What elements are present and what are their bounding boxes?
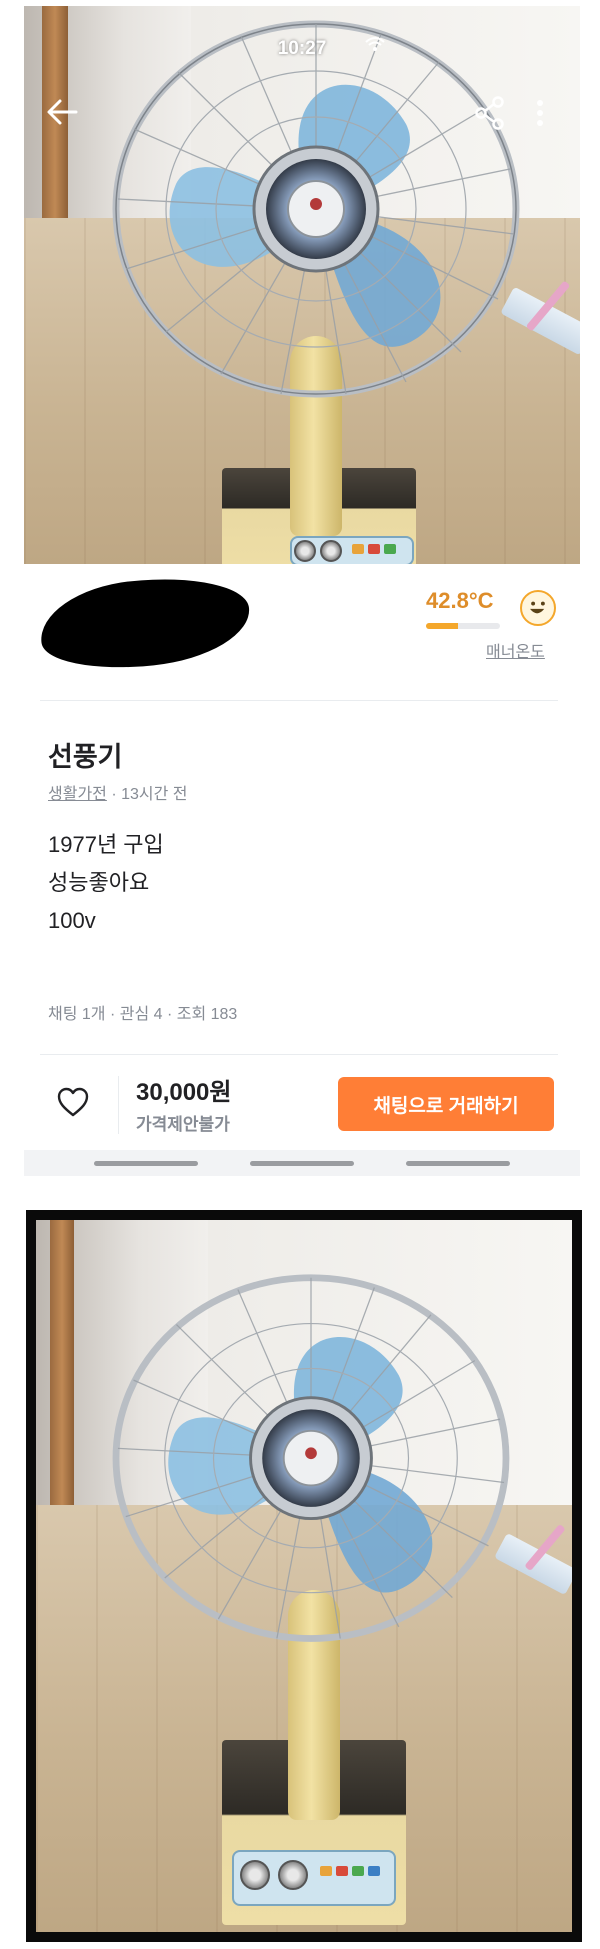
description-line: 100v (48, 908, 96, 933)
article-stats: 채팅 1개 · 관심 4 · 조회 183 (48, 1006, 238, 1023)
redacted-seller-profile[interactable] (36, 569, 254, 677)
divider (40, 700, 558, 701)
nav-pill (94, 1161, 198, 1166)
article-title: 선풍기 (48, 742, 123, 772)
photo-frame (26, 1210, 582, 1942)
wifi-icon (365, 37, 385, 51)
back-arrow-icon[interactable] (46, 98, 78, 126)
negotiation-status: 가격제안불가 (136, 1115, 230, 1134)
more-vertical-icon[interactable] (536, 99, 544, 127)
description-line: 1977년 구입 (48, 832, 164, 857)
article-meta: 생활가전 · 13시간 전 (48, 780, 188, 804)
product-photo-full (36, 1220, 572, 1932)
fan-illustration (112, 1274, 510, 1642)
fan-illustration (112, 20, 520, 398)
nav-pill (406, 1161, 510, 1166)
price-separator (118, 1076, 119, 1134)
status-time: 10:27 (277, 38, 327, 59)
share-icon[interactable] (474, 96, 506, 130)
price: 30,000원 (136, 1079, 232, 1106)
manner-temperature: 42.8°C (426, 588, 494, 613)
nav-gesture-bar (24, 1150, 580, 1176)
chat-trade-button[interactable]: 채팅으로 거래하기 (338, 1077, 554, 1131)
article-description: 1977년 구입 성능좋아요 100v (48, 826, 164, 940)
product-photo[interactable]: 10:27 (24, 6, 580, 564)
divider (40, 1054, 558, 1055)
manner-temperature-bar-fill (426, 623, 458, 629)
nav-pill (250, 1161, 354, 1166)
manner-temperature-label[interactable]: 매너온도 (486, 638, 545, 662)
smile-face-icon (520, 590, 556, 626)
heart-outline-icon[interactable] (56, 1086, 90, 1118)
article-category-link[interactable]: 생활가전 (48, 786, 107, 803)
description-line: 성능좋아요 (48, 870, 150, 895)
article-time-ago: · 13시간 전 (111, 786, 188, 803)
manner-temperature-bar (426, 623, 500, 629)
